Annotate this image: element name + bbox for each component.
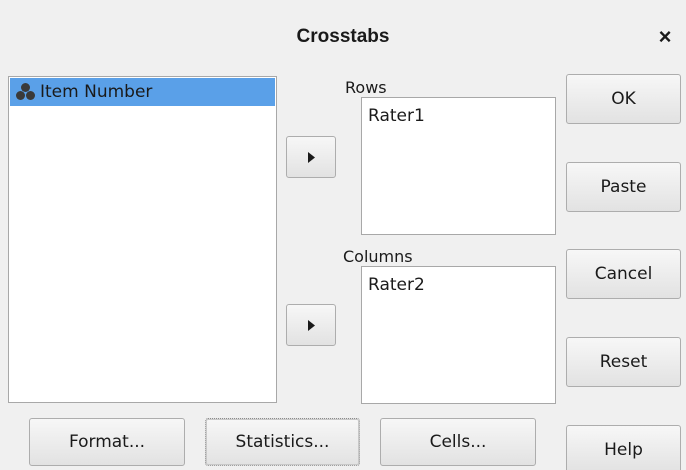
title-bar: Crosstabs × (0, 0, 686, 68)
source-variable-list[interactable]: Item Number (8, 76, 277, 403)
move-to-rows-button[interactable] (286, 136, 336, 178)
nominal-variable-icon (15, 83, 37, 101)
variable-item-item-number[interactable]: Item Number (10, 78, 275, 106)
statistics-button[interactable]: Statistics... (205, 418, 360, 466)
reset-button[interactable]: Reset (566, 337, 681, 387)
rows-item-rater1[interactable]: Rater1 (368, 106, 425, 126)
crosstabs-dialog: Crosstabs × Item Number Rows Rater1 Colu… (0, 0, 686, 470)
rows-list[interactable]: Rater1 (361, 97, 556, 235)
columns-list[interactable]: Rater2 (361, 266, 556, 404)
variable-item-label: Item Number (40, 82, 153, 102)
help-button[interactable]: Help (566, 425, 681, 470)
cells-button[interactable]: Cells... (380, 418, 536, 466)
dialog-title: Crosstabs (296, 26, 390, 47)
close-button[interactable]: × (650, 22, 680, 52)
format-button[interactable]: Format... (29, 418, 185, 466)
ok-button[interactable]: OK (566, 74, 681, 124)
cancel-button[interactable]: Cancel (566, 249, 681, 299)
columns-label: Columns (343, 247, 413, 266)
paste-button[interactable]: Paste (566, 162, 681, 212)
move-to-columns-button[interactable] (286, 304, 336, 346)
rows-label: Rows (345, 78, 387, 97)
right-arrow-icon (308, 320, 315, 331)
columns-item-rater2[interactable]: Rater2 (368, 275, 425, 295)
right-arrow-icon (308, 152, 315, 163)
close-icon: × (658, 24, 672, 49)
